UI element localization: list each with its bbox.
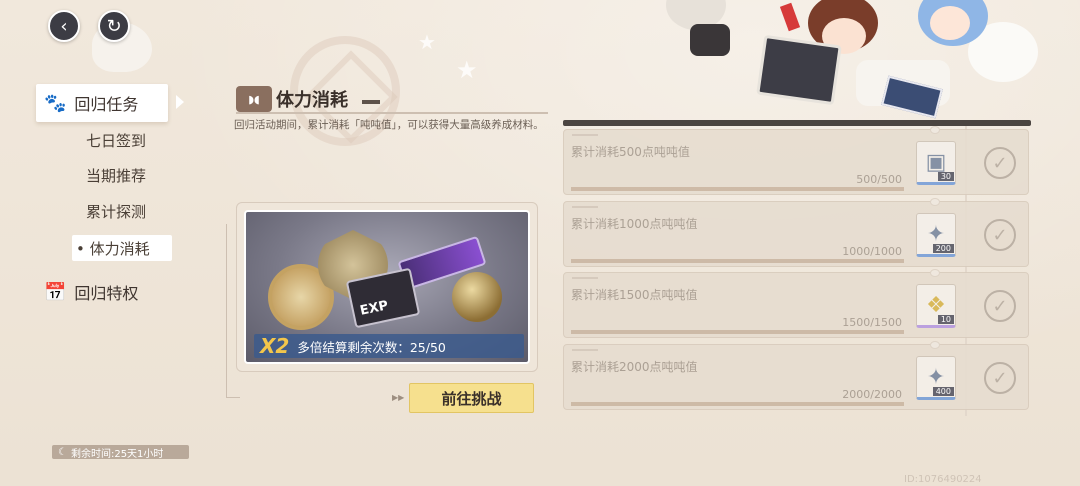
sidebar-subitem-label: 当期推荐 <box>86 166 147 185</box>
task-progress-text: 500/500 <box>856 173 902 186</box>
completed-check-icon: ✓ <box>984 219 1016 251</box>
task-progress-bar <box>571 402 904 406</box>
character-decoration <box>690 24 730 56</box>
sidebar-subitem-label: • 体力消耗 <box>76 239 150 258</box>
task-label: 累计消耗1000点吨吨值 <box>571 217 698 231</box>
back-button[interactable]: ‹ <box>48 10 80 42</box>
user-id: ID:1076490224 <box>904 474 982 485</box>
moon-icon: ☾ <box>58 446 67 458</box>
go-challenge-button[interactable]: 前往挑战 <box>409 383 534 413</box>
reward-item[interactable]: ✦ 400 <box>916 356 956 400</box>
reward-item[interactable]: ❖ 10 <box>916 284 956 328</box>
sidebar-subitem-cumulative-detect[interactable]: 累计探测 <box>72 198 172 224</box>
row-tick <box>572 277 598 279</box>
sidebar-item-return-privileges[interactable]: 📅 回归特权 <box>36 273 168 311</box>
completed-check-icon: ✓ <box>984 147 1016 179</box>
timeline-dot <box>930 269 940 277</box>
reward-qty: 10 <box>937 315 954 324</box>
task-list-header-bar <box>563 120 1031 126</box>
task-progress-bar <box>571 330 904 334</box>
gold-pile-icon: ❖ <box>926 292 946 318</box>
paw-icon: 🐾 <box>44 92 67 114</box>
timeline-dot <box>930 341 940 349</box>
page-title: 体力消耗 <box>276 90 348 111</box>
task-progress-text: 1000/1000 <box>842 245 902 258</box>
task-progress-bar <box>571 259 904 263</box>
sidebar-item-label: 回归特权 <box>74 284 139 303</box>
multiplier-bar: X2 多倍结算剩余次数：25/50 <box>254 334 524 358</box>
character-decoration <box>930 6 970 40</box>
completed-check-icon: ✓ <box>984 362 1016 394</box>
calendar-icon: 📅 <box>44 281 67 303</box>
star-decoration: ★ <box>418 30 436 54</box>
star-crystal-icon: ✦ <box>926 221 946 247</box>
reward-qty: 200 <box>932 244 954 253</box>
sidebar-item-return-tasks[interactable]: 🐾 回归任务 <box>36 84 168 122</box>
cube-icon: ▣ <box>925 149 947 175</box>
row-tick <box>572 206 598 208</box>
reward-banner: EXP X2 多倍结算剩余次数：25/50 <box>244 210 530 364</box>
sidebar-subitem-label: 累计探测 <box>86 202 147 221</box>
sidebar-subitem-seven-day-signin[interactable]: 七日签到 <box>72 127 172 153</box>
golden-orb-icon <box>452 272 502 322</box>
remaining-time-text: 剩余时间:25天1小时 <box>70 448 164 460</box>
reward-item[interactable]: ✦ 200 <box>916 213 956 257</box>
task-row[interactable]: 累计消耗500点吨吨值 500/500 ▣ 30 ✓ <box>563 126 1029 195</box>
sidebar-subitem-current-recommend[interactable]: 当期推荐 <box>72 162 172 188</box>
task-row[interactable]: 累计消耗1000点吨吨值 1000/1000 ✦ 200 ✓ <box>563 198 1029 267</box>
arrow-hint-icon: ▶▶ <box>392 393 405 402</box>
title-badge-icon: ◗◖ <box>236 86 272 112</box>
timeline-dot <box>930 126 940 134</box>
row-tick <box>572 134 598 136</box>
active-indicator-arrow <box>176 95 184 109</box>
title-underline <box>236 112 548 114</box>
refresh-button[interactable]: ↻ <box>98 10 130 42</box>
completed-check-icon: ✓ <box>984 290 1016 322</box>
sidebar-item-label: 回归任务 <box>74 95 139 114</box>
back-arrow-icon: ‹ <box>60 15 68 37</box>
task-progress-text: 1500/1500 <box>842 316 902 329</box>
star-decoration: ★ <box>456 56 478 84</box>
remaining-time-badge: ☾ 剩余时间:25天1小时 <box>52 445 189 460</box>
sidebar-subitem-label: 七日签到 <box>86 131 147 150</box>
page-description: 回归活动期间，累计消耗「吨吨值」，可以获得大量高级养成材料。 <box>234 119 544 131</box>
multiplier-remaining-text: 多倍结算剩余次数：25/50 <box>297 339 446 355</box>
row-tick <box>572 349 598 351</box>
sidebar-subitem-stamina-consume[interactable]: • 体力消耗 <box>72 235 172 261</box>
task-progress-text: 2000/2000 <box>842 388 902 401</box>
exp-label: EXP <box>358 298 390 319</box>
reward-item[interactable]: ▣ 30 <box>916 141 956 185</box>
timeline-dot <box>930 198 940 206</box>
reward-qty: 30 <box>937 172 954 181</box>
star-crystal-icon: ✦ <box>926 364 946 390</box>
task-label: 累计消耗500点吨吨值 <box>571 145 690 159</box>
task-progress-bar <box>571 187 904 191</box>
refresh-icon: ↻ <box>106 15 122 37</box>
title-dash <box>362 100 380 104</box>
reward-qty: 400 <box>932 387 954 396</box>
laptop-decoration <box>756 34 842 106</box>
task-label: 累计消耗2000点吨吨值 <box>571 360 698 374</box>
task-row[interactable]: 累计消耗1500点吨吨值 1500/1500 ❖ 10 ✓ <box>563 269 1029 338</box>
task-label: 累计消耗1500点吨吨值 <box>571 288 698 302</box>
task-row[interactable]: 累计消耗2000点吨吨值 2000/2000 ✦ 400 ✓ <box>563 341 1029 410</box>
multiplier-label: X2 <box>260 334 290 358</box>
